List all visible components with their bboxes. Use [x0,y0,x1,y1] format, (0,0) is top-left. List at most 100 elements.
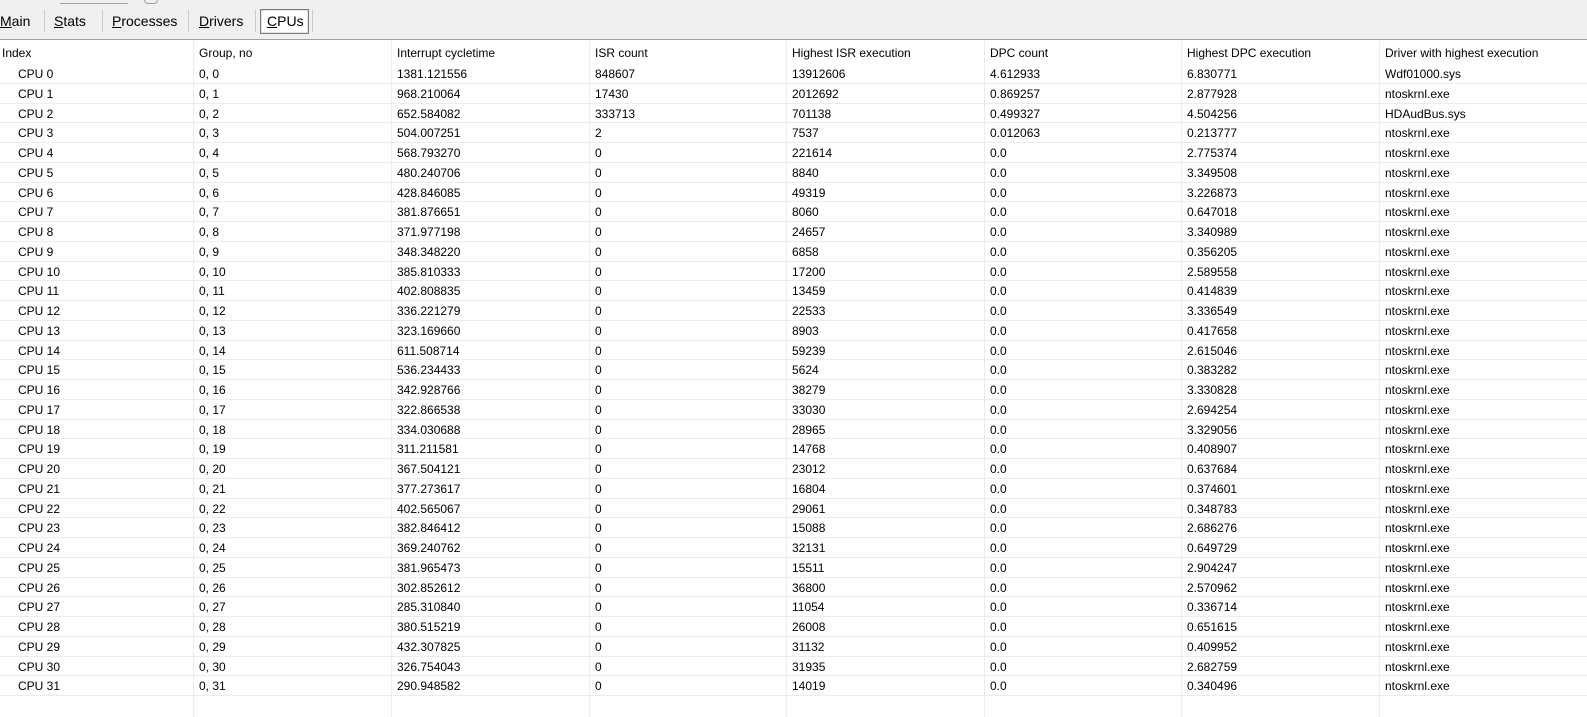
cell-index: CPU 0 [18,67,54,81]
cell-highest-isr: 22533 [792,304,826,318]
tab-cpus[interactable]: CPUs [260,9,309,34]
cell-dpc-count: 0.0 [990,225,1007,239]
table-row[interactable]: CPU 17 0, 17 322.866538 0 33030 0.0 2.694254 nt… [0,400,1587,420]
cell-isr-count: 0 [595,284,602,299]
table-row[interactable]: CPU 25 0, 25 381.965473 0 15511 0.0 2.904247 nt… [0,558,1587,578]
cell-isr-count: 0 [595,442,602,457]
table-row[interactable]: CPU 22 0, 22 402.565067 0 29061 0.0 0.348783 nt… [0,499,1587,519]
table-row[interactable]: CPU 24 0, 24 369.240762 0 32131 0.0 0.649729 nt… [0,538,1587,558]
table-row[interactable]: CPU 5 0, 5 480.240706 0 8840 0.0 3.349508 ntosk… [0,163,1587,183]
cell-interrupt-cycletime: 536.234433 [397,363,461,378]
cell-dpc-count: 0.0 [990,422,1007,437]
column-header-index[interactable]: Index [0,41,193,64]
column-header-highest-dpc[interactable]: Highest DPC execution [1181,41,1379,64]
tab-separator [312,10,313,32]
table-row[interactable]: CPU 8 0, 8 371.977198 0 24657 0.0 3.340989 ntos… [0,222,1587,242]
cell-interrupt-cycletime: 568.793270 [397,146,461,160]
tab-drivers-accel: D [199,13,210,29]
table-row[interactable]: CPU 21 0, 21 377.273617 0 16804 0.0 0.374601 nt… [0,479,1587,499]
cell-interrupt-cycletime: 336.221279 [397,304,461,318]
cell-highest-isr: 31935 [792,659,826,674]
cell-dpc-count: 0.0 [990,383,1007,397]
tab-stats[interactable]: Stats [48,10,100,32]
cell-isr-count: 0 [595,580,602,595]
cell-interrupt-cycletime: 322.866538 [397,402,461,417]
table-row[interactable]: CPU 11 0, 11 402.808835 0 13459 0.0 0.414839 nt… [0,281,1587,301]
cell-highest-isr: 15511 [792,560,825,575]
cell-driver: ntoskrnl.exe [1385,679,1450,694]
column-header-driver[interactable]: Driver with highest execution [1379,41,1587,64]
tab-drivers[interactable]: Drivers [193,10,253,32]
cell-group: 0, 7 [199,205,220,220]
table-row[interactable]: CPU 23 0, 23 382.846412 0 15088 0.0 2.686276 nt… [0,518,1587,538]
cell-highest-dpc: 6.830771 [1187,67,1238,81]
cell-highest-dpc: 0.651615 [1187,620,1238,634]
cell-dpc-count: 0.0 [990,402,1007,417]
cell-interrupt-cycletime: 326.754043 [397,659,461,674]
cell-interrupt-cycletime: 381.965473 [397,560,461,575]
cell-driver: ntoskrnl.exe [1385,86,1450,101]
table-row[interactable]: CPU 31 0, 31 290.948582 0 14019 0.0 0.340496 nt… [0,676,1587,696]
table-row[interactable]: CPU 2 0, 2 652.584082 333713 701138 0.499327 4… [0,104,1587,124]
table-row[interactable]: CPU 14 0, 14 611.508714 0 59239 0.0 2.615046 nt… [0,341,1587,361]
cell-driver: ntoskrnl.exe [1385,284,1450,299]
table-row[interactable]: CPU 12 0, 12 336.221279 0 22533 0.0 3.336549 nt… [0,301,1587,321]
cell-driver: ntoskrnl.exe [1385,481,1450,496]
cell-dpc-count: 0.0 [990,639,1007,654]
cell-dpc-count: 0.0 [990,620,1007,634]
cell-dpc-count: 0.0 [990,363,1007,378]
cell-isr-count: 0 [595,205,602,220]
cell-interrupt-cycletime: 380.515219 [397,620,461,634]
cell-group: 0, 4 [199,146,220,160]
cell-driver: ntoskrnl.exe [1385,126,1450,141]
cell-dpc-count: 0.012063 [990,126,1041,141]
cell-isr-count: 0 [595,323,602,338]
table-row[interactable]: CPU 15 0, 15 536.234433 0 5624 0.0 0.383282 nto… [0,360,1587,380]
column-header-dpc-count[interactable]: DPC count [984,41,1181,64]
column-header-interrupt-cycletime[interactable]: Interrupt cycletime [391,41,589,64]
column-header-isr-count[interactable]: ISR count [589,41,786,64]
table-row[interactable]: CPU 4 0, 4 568.793270 0 221614 0.0 2.775374 nto… [0,143,1587,163]
table-row[interactable]: CPU 27 0, 27 285.310840 0 11054 0.0 0.336714 nt… [0,597,1587,617]
cell-driver: ntoskrnl.exe [1385,462,1450,476]
cell-isr-count: 0 [595,422,602,437]
cpu-table: Index Group, no Interrupt cycletime ISR … [0,41,1587,717]
cell-highest-isr: 23012 [792,462,826,476]
table-row[interactable]: CPU 19 0, 19 311.211581 0 14768 0.0 0.408907 nt… [0,439,1587,459]
table-row[interactable]: CPU 7 0, 7 381.876651 0 8060 0.0 0.647018 ntosk… [0,202,1587,222]
table-row[interactable]: CPU 29 0, 29 432.307825 0 31132 0.0 0.409952 nt… [0,637,1587,657]
table-row[interactable]: CPU 10 0, 10 385.810333 0 17200 0.0 2.589558 nt… [0,262,1587,282]
cell-index: CPU 15 [18,363,61,378]
tab-processes-label: rocesses [121,13,178,29]
table-row[interactable]: CPU 16 0, 16 342.928766 0 38279 0.0 3.330828 nt… [0,380,1587,400]
table-row[interactable]: CPU 0 0, 0 1381.121556 848607 13912606 4.6129… [0,64,1587,84]
cell-isr-count: 0 [595,620,602,634]
cell-dpc-count: 0.0 [990,659,1007,674]
column-header-highest-isr[interactable]: Highest ISR execution [786,41,984,64]
column-header-group[interactable]: Group, no [193,41,391,64]
table-row[interactable]: CPU 28 0, 28 380.515219 0 26008 0.0 0.651615 nt… [0,617,1587,637]
cell-highest-dpc: 0.336714 [1187,600,1238,615]
table-row[interactable]: CPU 18 0, 18 334.030688 0 28965 0.0 3.329056 nt… [0,420,1587,440]
table-row[interactable]: CPU 6 0, 6 428.846085 0 49319 0.0 3.226873 ntos… [0,183,1587,203]
table-row[interactable]: CPU 30 0, 30 326.754043 0 31935 0.0 2.682759 nt… [0,657,1587,677]
cell-isr-count: 0 [595,304,602,318]
tab-processes[interactable]: Processes [106,10,186,32]
cell-driver: ntoskrnl.exe [1385,620,1450,634]
table-row[interactable]: CPU 3 0, 3 504.007251 2 7537 0.012063 0.213777… [0,123,1587,143]
cell-isr-count: 0 [595,521,602,536]
tab-main[interactable]: Main [0,10,42,32]
table-row[interactable]: CPU 13 0, 13 323.169660 0 8903 0.0 0.417658 nto… [0,321,1587,341]
cell-dpc-count: 0.0 [990,304,1007,318]
cell-interrupt-cycletime: 369.240762 [397,541,461,555]
table-row[interactable]: CPU 20 0, 20 367.504121 0 23012 0.0 0.637684 nt… [0,459,1587,479]
cell-group: 0, 19 [199,442,226,457]
cell-group: 0, 18 [199,422,226,437]
cell-dpc-count: 0.0 [990,462,1007,476]
cell-dpc-count: 0.0 [990,481,1007,496]
table-row[interactable]: CPU 26 0, 26 302.852612 0 36800 0.0 2.570962 nt… [0,578,1587,598]
table-row[interactable]: CPU 1 0, 1 968.210064 17430 2012692 0.869257 2… [0,84,1587,104]
table-row[interactable]: CPU 9 0, 9 348.348220 0 6858 0.0 0.356205 ntosk… [0,242,1587,262]
cell-index: CPU 10 [18,264,61,279]
cell-group: 0, 9 [199,244,220,259]
